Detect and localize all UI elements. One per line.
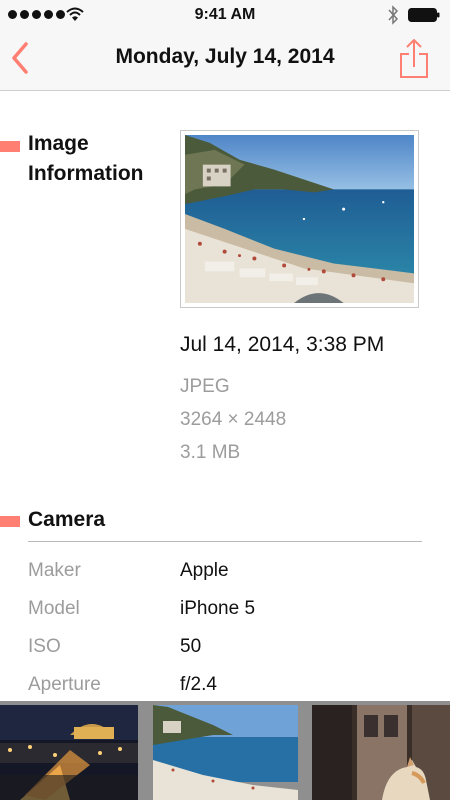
camera-value-maker: Apple [180, 560, 229, 581]
camera-label-maker: Maker [28, 560, 81, 581]
status-time: 9:41 AM [194, 6, 256, 23]
filmstrip-thumbnail[interactable] [0, 705, 138, 800]
beach-photo-image [185, 135, 414, 303]
photo-preview[interactable] [180, 130, 419, 308]
beach-thumbnail-image [153, 705, 298, 800]
share-icon[interactable] [398, 36, 430, 80]
cat-thumbnail-image [312, 705, 450, 800]
camera-label-aperture: Aperture [28, 674, 101, 695]
section-marker [0, 141, 20, 152]
camera-value-iso: 50 [180, 636, 202, 657]
page-title: Monday, July 14, 2014 [115, 45, 335, 68]
camera-label-iso: ISO [28, 636, 61, 657]
filmstrip-thumbnail-selected[interactable] [153, 705, 298, 800]
navigation-bar: Monday, July 14, 2014 [0, 30, 450, 91]
file-format: JPEG [180, 376, 230, 397]
filmstrip-thumbnail[interactable] [312, 705, 450, 800]
camera-value-model: iPhone 5 [180, 598, 256, 619]
camera-value-aperture: f/2.4 [180, 674, 217, 695]
file-size: 3.1 MB [180, 442, 241, 463]
image-info-heading-line2: Information [28, 162, 144, 185]
image-info-heading-line1: Image [28, 132, 89, 155]
section-divider [28, 541, 422, 542]
photo-filmstrip[interactable] [0, 701, 450, 800]
bluetooth-icon [388, 5, 399, 25]
capture-datetime: Jul 14, 2014, 3:38 PM [180, 333, 385, 356]
night-city-thumbnail-image [0, 705, 138, 800]
image-info-heading: Image Information [28, 129, 144, 189]
battery-icon [408, 8, 440, 22]
camera-label-model: Model [28, 598, 80, 619]
image-dimensions: 3264 × 2448 [180, 409, 287, 430]
status-bar: 9:41 AM [0, 0, 450, 30]
section-marker [0, 516, 20, 527]
camera-heading: Camera [28, 508, 106, 531]
